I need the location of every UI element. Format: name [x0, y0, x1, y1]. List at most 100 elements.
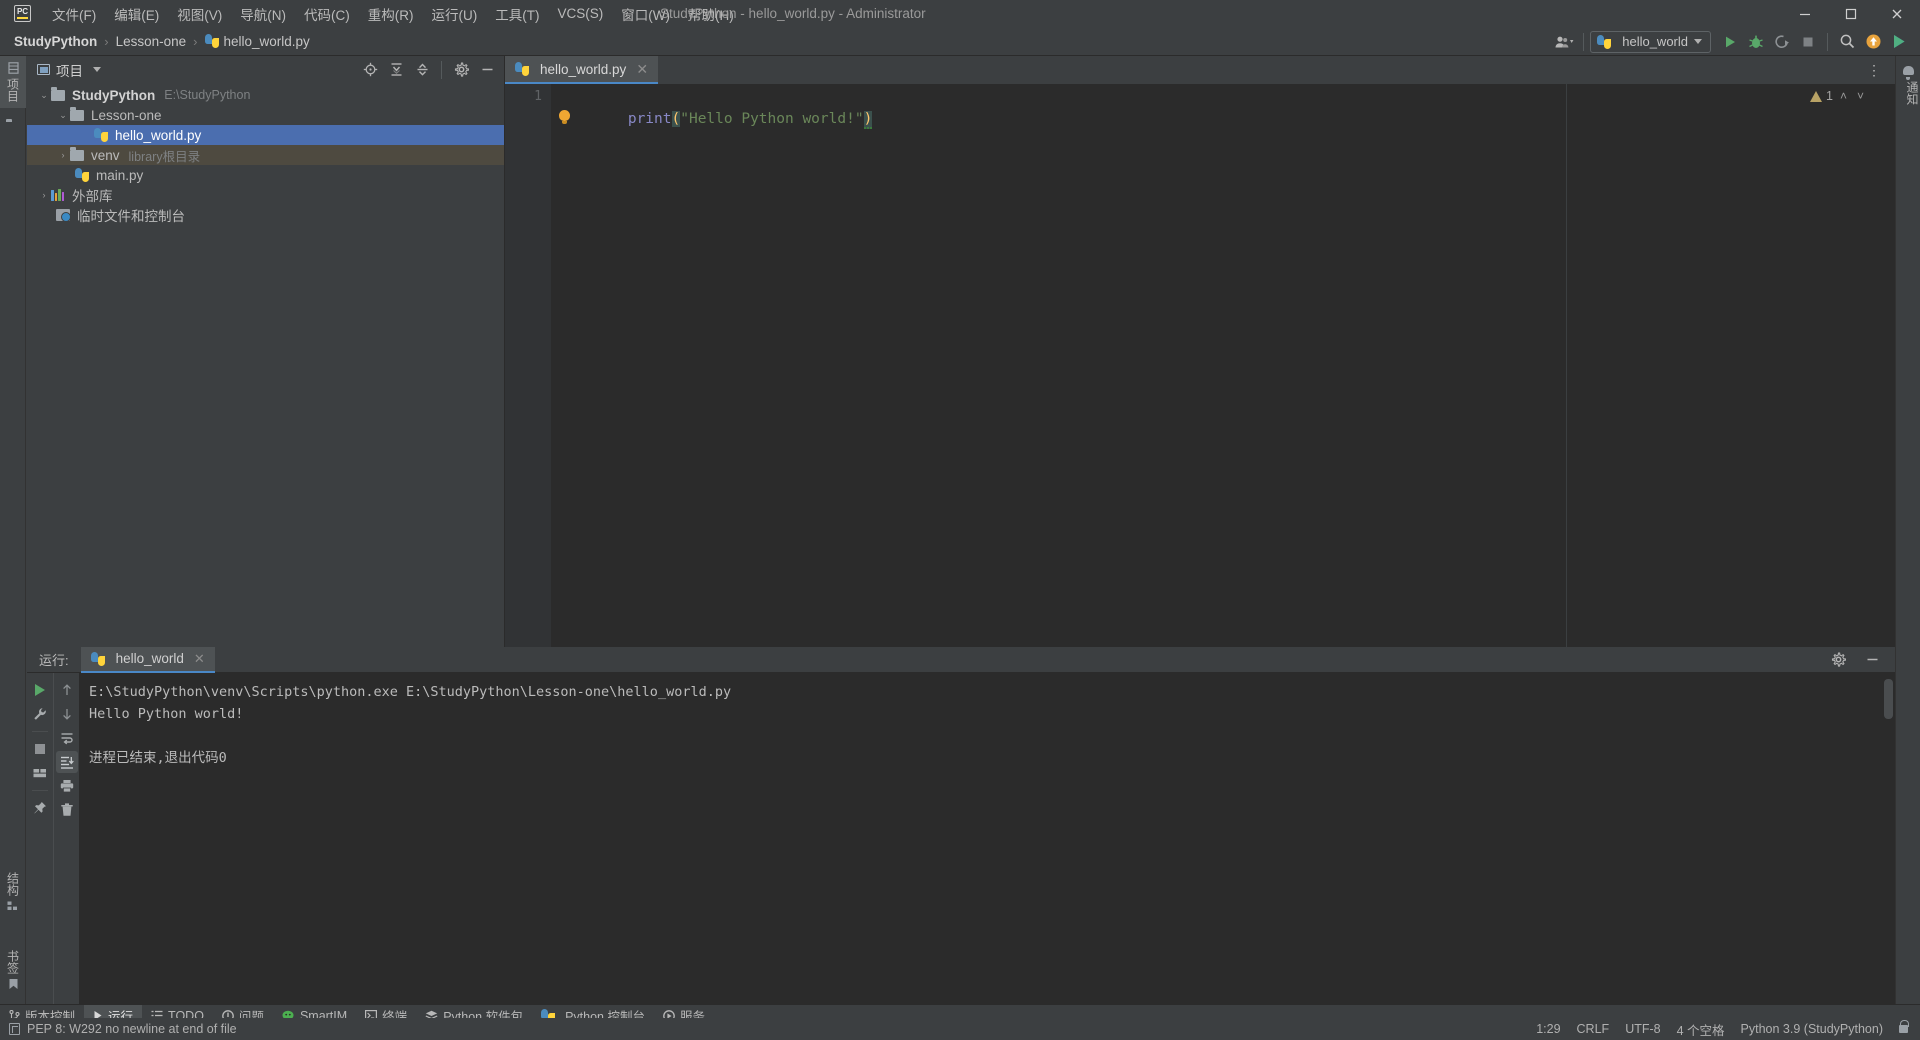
code-content[interactable]: print("Hello Python world!") [551, 84, 1895, 647]
notifications-tab[interactable]: 通知 [1896, 65, 1920, 105]
chevron-right-icon[interactable]: › [56, 148, 70, 162]
menu-edit[interactable]: 编辑(E) [105, 1, 168, 27]
menu-file[interactable]: 文件(F) [43, 1, 105, 27]
hide-icon[interactable] [1859, 648, 1885, 671]
menu-run[interactable]: 运行(U) [423, 1, 487, 27]
collapse-all-icon[interactable] [409, 58, 435, 81]
pin-icon[interactable] [29, 797, 51, 819]
inspection-message-icon [9, 1023, 20, 1035]
update-project-icon[interactable] [1860, 30, 1886, 53]
soft-wrap-icon[interactable] [56, 727, 78, 749]
previous-problem-icon[interactable]: ˄ [1837, 89, 1850, 103]
tree-node-external-libraries[interactable]: › 外部库 [27, 185, 504, 205]
tree-node-main-py[interactable]: main.py [27, 165, 504, 185]
project-tree: ⌄ StudyPython E:\StudyPython ⌄ Lesson-on… [27, 83, 504, 225]
tree-node-scratches-and-consoles[interactable]: 临时文件和控制台 [27, 205, 504, 225]
layout-icon[interactable] [29, 762, 51, 784]
file-encoding[interactable]: UTF-8 [1625, 1022, 1660, 1036]
code-editor[interactable]: 1 print("Hello Python world!") 1 ˄ ˅ [505, 84, 1895, 675]
tree-node-venv[interactable]: › venv library根目录 [27, 145, 504, 165]
tree-node-label: 外部库 [72, 189, 113, 204]
sidebar-item-structure[interactable]: 结构 [0, 866, 26, 918]
editor-tab-label: hello_world.py [540, 61, 627, 77]
chevron-right-icon[interactable]: › [37, 188, 51, 202]
run-panel-header: 运行: hello_world ✕ [27, 646, 1895, 673]
run-tab-hello-world[interactable]: hello_world ✕ [80, 646, 215, 673]
breadcrumb-file[interactable]: hello_world.py [224, 34, 310, 49]
tree-node-studypython[interactable]: ⌄ StudyPython E:\StudyPython [27, 85, 504, 105]
scroll-to-end-icon[interactable] [55, 751, 78, 773]
next-problem-icon[interactable]: ˅ [1854, 89, 1867, 103]
editor-scrollbar[interactable] [1881, 112, 1895, 675]
sidebar-item-bookmarks[interactable]: 书签 [0, 944, 26, 996]
inspection-widget: 1 ˄ ˅ [1810, 89, 1867, 103]
toolbar-divider [1583, 32, 1585, 51]
line-separator[interactable]: CRLF [1577, 1022, 1610, 1036]
debug-button[interactable] [1743, 30, 1769, 53]
indent-setting[interactable]: 4 个空格 [1677, 1020, 1725, 1039]
console-output[interactable]: E:\StudyPython\venv\Scripts\python.exe E… [79, 673, 1895, 1004]
console-line: Hello Python world! [89, 706, 244, 722]
tree-node-lesson-one[interactable]: ⌄ Lesson-one [27, 105, 504, 125]
run-configuration-selector[interactable]: hello_world [1590, 30, 1711, 53]
expand-all-icon[interactable] [383, 58, 409, 81]
locate-icon[interactable] [357, 58, 383, 81]
run-with-coverage-button[interactable] [1769, 30, 1795, 53]
close-button[interactable] [1874, 0, 1920, 27]
tree-node-hello-world-py[interactable]: hello_world.py [27, 125, 504, 145]
title-bar: PC 文件(F) 编辑(E) 视图(V) 导航(N) 代码(C) 重构(R) 运… [0, 0, 1920, 27]
chevron-down-icon[interactable]: ⌄ [37, 88, 51, 102]
run-configuration-label: hello_world [1622, 34, 1688, 49]
close-icon[interactable]: ✕ [636, 61, 648, 78]
chevron-down-icon [1694, 39, 1702, 44]
caret-position[interactable]: 1:29 [1536, 1022, 1560, 1036]
main-menu: 文件(F) 编辑(E) 视图(V) 导航(N) 代码(C) 重构(R) 运行(U… [43, 1, 743, 27]
more-options-icon[interactable]: ⋮ [1861, 63, 1887, 77]
status-indicators: 1:29 CRLF UTF-8 4 个空格 Python 3.9 (StudyP… [1536, 1020, 1920, 1039]
print-icon[interactable] [56, 775, 78, 797]
python-interpreter[interactable]: Python 3.9 (StudyPython) [1741, 1022, 1883, 1036]
breadcrumb-project[interactable]: StudyPython [14, 34, 97, 49]
settings-wrench-icon[interactable] [29, 703, 51, 725]
menu-view[interactable]: 视图(V) [168, 1, 231, 27]
settings-icon[interactable] [448, 58, 474, 81]
chevron-down-icon[interactable] [93, 67, 101, 72]
menu-tools[interactable]: 工具(T) [486, 1, 548, 27]
tree-node-label: Lesson-one [91, 107, 162, 123]
right-tool-strip: 通知 [1895, 56, 1920, 1040]
chevron-down-icon[interactable]: ⌄ [56, 108, 70, 122]
toolbar-divider-2 [1827, 32, 1828, 51]
breadcrumb-folder[interactable]: Lesson-one [116, 34, 187, 49]
menu-code[interactable]: 代码(C) [295, 1, 359, 27]
search-icon[interactable] [1834, 30, 1860, 53]
bookmark-icon [8, 978, 19, 990]
folder-icon [51, 86, 65, 101]
structure-tab-label: 结构 [5, 872, 20, 896]
maximize-button[interactable] [1828, 0, 1874, 27]
sidebar-item-project[interactable]: 项目 [0, 56, 26, 108]
editor-tab-hello-world[interactable]: hello_world.py ✕ [505, 56, 659, 84]
up-arrow-icon[interactable] [56, 679, 78, 701]
profile-icon[interactable] [1886, 30, 1912, 53]
minimize-button[interactable] [1782, 0, 1828, 27]
intention-bulb-icon[interactable] [559, 110, 570, 124]
menu-vcs[interactable]: VCS(S) [549, 3, 613, 24]
menu-navigate[interactable]: 导航(N) [231, 1, 295, 27]
down-arrow-icon[interactable] [56, 703, 78, 725]
rerun-icon[interactable] [29, 679, 51, 701]
close-icon[interactable]: ✕ [194, 651, 205, 667]
clear-icon[interactable] [56, 799, 78, 821]
console-scrollbar[interactable] [1884, 679, 1893, 719]
python-file-icon [90, 651, 105, 666]
menu-refactor[interactable]: 重构(R) [359, 1, 423, 27]
stop-icon[interactable] [29, 738, 51, 760]
hide-icon[interactable] [474, 58, 500, 81]
project-panel-title: 项目 [56, 63, 83, 79]
stop-button[interactable] [1795, 30, 1821, 53]
project-tool-window: 项目 ⌄ StudyPython E:\StudyPython ⌄ Lesson… [27, 56, 505, 647]
user-account-icon[interactable] [1551, 30, 1577, 53]
settings-icon[interactable] [1825, 648, 1851, 671]
lock-icon[interactable] [1899, 1020, 1909, 1033]
run-button[interactable] [1717, 30, 1743, 53]
